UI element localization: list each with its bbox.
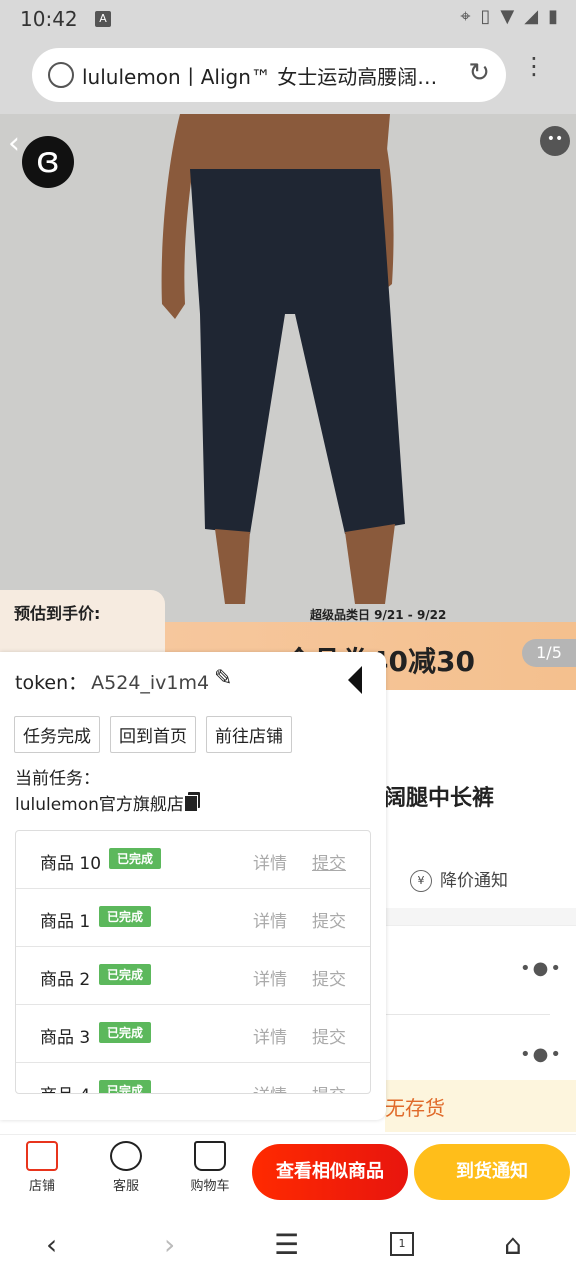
image-page-indicator: 1/5 <box>522 639 576 667</box>
globe-icon <box>48 62 74 88</box>
service-label: 客服 <box>112 1179 139 1194</box>
back-home-button[interactable]: 回到首页 <box>110 716 196 753</box>
vibrate-icon: ▯ <box>480 6 491 27</box>
url-text[interactable]: lululemon丨Align™ 女士运动高腰阔… <box>82 61 452 90</box>
task-row: 商品 2 已完成 详情 提交 <box>16 947 370 1005</box>
promo-date: 超级品类日 9/21 - 9/22 <box>310 608 447 622</box>
edit-pencil-icon[interactable]: ✎ <box>214 666 232 691</box>
task-name: 商品 3 <box>40 1028 91 1048</box>
status-badge: 已完成 <box>99 1022 152 1043</box>
task-name: 商品 4 <box>40 1081 90 1093</box>
more-options-icon[interactable]: •• <box>540 126 570 156</box>
copy-icon[interactable] <box>184 792 200 812</box>
view-similar-button[interactable]: 查看相似商品 <box>252 1144 408 1200</box>
product-image[interactable] <box>0 114 576 630</box>
cart-label: 购物车 <box>190 1179 230 1194</box>
task-row: 商品 4 已完成 详情 提交 <box>16 1063 370 1093</box>
nav-menu-icon[interactable]: ☰ <box>274 1228 299 1261</box>
divider <box>385 1014 550 1015</box>
task-complete-button[interactable]: 任务完成 <box>14 716 100 753</box>
task-row: 商品 3 已完成 详情 提交 <box>16 1005 370 1063</box>
home-icon[interactable]: ⌂ <box>504 1228 522 1261</box>
browser-menu-icon[interactable]: ⋮ <box>522 54 546 78</box>
product-title: 阔腿中长裤 <box>384 786 495 811</box>
more-dots-icon[interactable]: •●• <box>520 958 563 979</box>
promo-price-box: 预估到手价: <box>0 590 165 654</box>
token-value: A524_iv1m4 <box>91 672 210 694</box>
panel-actions: 任务完成 回到首页 前往店铺 <box>14 716 292 753</box>
current-task-label: 当前任务： <box>15 769 100 789</box>
stock-notify-button[interactable]: 到货通知 <box>414 1144 570 1200</box>
task-list: 商品 10 已完成 详情 提交 商品 1 已完成 详情 提交 商品 2 已完成 … <box>15 830 371 1094</box>
task-name: 商品 2 <box>40 970 91 990</box>
status-time: 10:42 <box>20 7 78 31</box>
browser-toolbar: lululemon丨Align™ 女士运动高腰阔… ↻ ⋮ <box>0 38 576 114</box>
token-label: token： <box>15 672 88 694</box>
submit-link[interactable]: 提交 <box>312 849 346 874</box>
a-icon: A <box>95 11 111 27</box>
customer-service-button[interactable]: 客服 <box>98 1141 154 1194</box>
status-badge: 已完成 <box>109 848 162 869</box>
price-alert-button[interactable]: ¥ 降价通知 <box>410 866 508 892</box>
detail-link[interactable]: 详情 <box>253 1081 287 1093</box>
status-icons: ⌖ ▯ ▼ ◢ ▮ <box>460 6 558 27</box>
shop-label: 店铺 <box>28 1179 55 1194</box>
shop-button[interactable]: 店铺 <box>14 1141 70 1194</box>
nav-back-icon[interactable]: ‹ <box>46 1228 57 1261</box>
status-badge: 已完成 <box>99 906 152 927</box>
lululemon-logo[interactable]: ɞ <box>22 136 74 188</box>
submit-link[interactable]: 提交 <box>312 907 346 932</box>
detail-link[interactable]: 详情 <box>253 965 287 990</box>
reload-icon[interactable]: ↻ <box>468 58 490 88</box>
shop-icon <box>26 1141 58 1171</box>
address-bar[interactable]: lululemon丨Align™ 女士运动高腰阔… ↻ <box>32 48 506 102</box>
battery-icon: ▮ <box>548 6 558 27</box>
status-badge: 已完成 <box>99 1080 152 1093</box>
yuan-icon: ¥ <box>410 870 432 892</box>
tabs-icon[interactable]: 1 <box>390 1232 414 1256</box>
signal-icon: ◢ <box>524 6 539 27</box>
task-name: 商品 1 <box>40 912 91 932</box>
detail-link[interactable]: 详情 <box>253 907 287 932</box>
go-store-button[interactable]: 前往店铺 <box>206 716 292 753</box>
nav-forward-icon[interactable]: › <box>164 1228 175 1261</box>
status-bar: 10:42 A ⌖ ▯ ▼ ◢ ▮ <box>0 0 576 38</box>
current-shop-name: lululemon官方旗舰店 <box>15 795 184 815</box>
no-stock-bar: 无存货 <box>385 1080 576 1132</box>
chat-icon <box>110 1141 142 1171</box>
token-row: token： A524_iv1m4 <box>15 668 209 695</box>
cart-button[interactable]: 购物车 <box>182 1141 238 1194</box>
collapse-panel-icon[interactable] <box>348 666 362 694</box>
detail-link[interactable]: 详情 <box>253 849 287 874</box>
detail-link[interactable]: 详情 <box>253 1023 287 1048</box>
status-badge: 已完成 <box>99 964 152 985</box>
cart-icon <box>194 1141 226 1171</box>
bottom-action-bar: 店铺 客服 购物车 查看相似商品 到货通知 <box>0 1134 576 1211</box>
promo-label: 预估到手价: <box>14 604 101 623</box>
task-row: 商品 10 已完成 详情 提交 <box>16 831 370 889</box>
no-stock-text: 无存货 <box>385 1096 445 1120</box>
submit-link[interactable]: 提交 <box>312 1081 346 1093</box>
browser-nav-bar: ‹ › ☰ 1 ⌂ <box>0 1210 576 1280</box>
task-panel: token： A524_iv1m4 ✎ 任务完成 回到首页 前往店铺 当前任务： … <box>0 652 386 1120</box>
price-alert-label: 降价通知 <box>440 871 508 891</box>
more-dots-icon[interactable]: •●• <box>520 1044 563 1065</box>
task-name: 商品 10 <box>40 854 102 874</box>
wifi-icon: ▼ <box>500 6 515 27</box>
location-icon: ⌖ <box>460 6 471 27</box>
submit-link[interactable]: 提交 <box>312 965 346 990</box>
submit-link[interactable]: 提交 <box>312 1023 346 1048</box>
product-photo <box>0 114 576 630</box>
task-row: 商品 1 已完成 详情 提交 <box>16 889 370 947</box>
